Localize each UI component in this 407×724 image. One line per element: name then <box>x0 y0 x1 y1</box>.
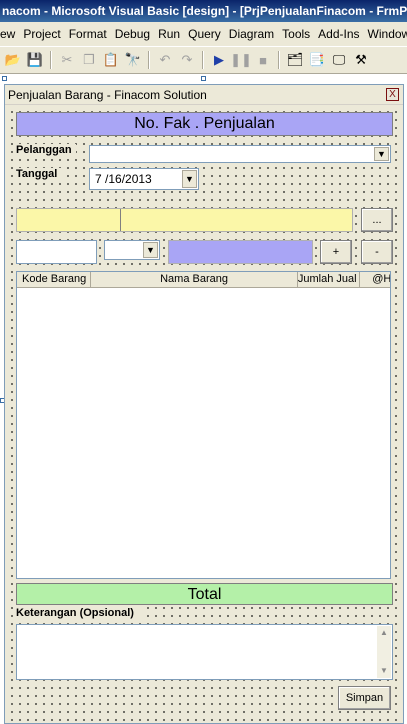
open-icon[interactable]: 📂 <box>4 51 22 69</box>
item-search-field[interactable] <box>16 208 353 232</box>
menu-bar: ew Project Format Debug Run Query Diagra… <box>0 22 407 46</box>
keterangan-textarea[interactable]: ▲ ▼ <box>16 624 393 680</box>
resize-handle[interactable] <box>2 76 7 81</box>
remove-item-button[interactable]: - <box>361 240 393 264</box>
form-title-bar: Penjualan Barang - Finacom Solution X <box>5 85 403 105</box>
grid-header: Kode Barang Nama Barang Jumlah Jual @H <box>17 272 390 288</box>
menu-run[interactable]: Run <box>154 22 184 46</box>
vertical-scrollbar[interactable]: ▲ ▼ <box>377 626 391 678</box>
grid-column-header[interactable]: Nama Barang <box>91 272 298 287</box>
redo-icon[interactable]: ↷ <box>178 51 196 69</box>
menu-query[interactable]: Query <box>184 22 225 46</box>
pelanggan-combo[interactable]: ▼ <box>89 145 391 163</box>
quantity-input[interactable] <box>16 240 97 264</box>
save-icon[interactable]: 💾 <box>26 51 44 69</box>
ide-title-bar: nacom - Microsoft Visual Basic [design] … <box>0 0 407 22</box>
add-item-button[interactable]: + <box>320 240 352 264</box>
grid-column-header[interactable]: Kode Barang <box>17 272 92 287</box>
paste-icon[interactable]: 📋 <box>102 51 120 69</box>
close-icon[interactable]: X <box>386 88 399 101</box>
toolbox-icon[interactable]: ⚒ <box>352 51 370 69</box>
simpan-button[interactable]: Simpan <box>338 686 391 710</box>
menu-format[interactable]: Format <box>65 22 111 46</box>
chevron-down-icon[interactable]: ▼ <box>374 147 389 161</box>
form-title: Penjualan Barang - Finacom Solution <box>8 88 207 102</box>
item-code-divider <box>120 209 121 231</box>
chevron-down-icon[interactable]: ▼ <box>143 242 158 258</box>
run-icon[interactable]: ▶ <box>210 51 228 69</box>
find-icon[interactable]: 🔭 <box>124 51 142 69</box>
pelanggan-label: Pelanggan <box>16 144 76 158</box>
grid-column-header[interactable]: @H <box>360 272 390 287</box>
stop-icon[interactable]: ■ <box>254 51 272 69</box>
properties-icon[interactable]: 📑 <box>308 51 326 69</box>
chevron-down-icon[interactable]: ▼ <box>182 170 197 188</box>
total-banner: Total <box>16 583 393 605</box>
form-layout-icon[interactable]: 🖵 <box>330 51 348 69</box>
menu-add-ins[interactable]: Add-Ins <box>314 22 363 46</box>
scroll-down-icon[interactable]: ▼ <box>377 664 391 678</box>
no-faktur-banner: No. Fak . Penjualan <box>16 112 393 136</box>
menu-diagram[interactable]: Diagram <box>225 22 278 46</box>
project-explorer-icon[interactable]: 🗂 <box>286 51 304 69</box>
tanggal-date-picker[interactable]: 7 /16/2013 ▼ <box>89 168 199 190</box>
toolbar-separator <box>50 51 52 69</box>
menu-debug[interactable]: Debug <box>111 22 154 46</box>
form-penjualan: Penjualan Barang - Finacom Solution X No… <box>4 84 404 724</box>
browse-button[interactable]: ... <box>361 208 393 232</box>
price-display <box>168 240 313 264</box>
menu-view[interactable]: ew <box>0 22 19 46</box>
menu-window[interactable]: Window <box>364 22 407 46</box>
grid-column-header[interactable]: Jumlah Jual <box>298 272 361 287</box>
standard-toolbar: 📂 💾 ✂ ❐ 📋 🔭 ↶ ↷ ▶ ❚❚ ■ 🗂 📑 🖵 ⚒ <box>0 46 407 74</box>
unit-combo[interactable]: ▼ <box>104 240 160 260</box>
copy-icon[interactable]: ❐ <box>80 51 98 69</box>
menu-tools[interactable]: Tools <box>278 22 314 46</box>
menu-project[interactable]: Project <box>19 22 64 46</box>
toolbar-separator <box>148 51 150 69</box>
item-grid[interactable]: Kode Barang Nama Barang Jumlah Jual @H <box>16 271 391 579</box>
scroll-up-icon[interactable]: ▲ <box>377 626 391 640</box>
keterangan-label: Keterangan (Opsional) <box>16 607 144 621</box>
toolbar-separator <box>278 51 280 69</box>
resize-handle[interactable] <box>201 76 206 81</box>
pause-icon[interactable]: ❚❚ <box>230 51 252 69</box>
tanggal-label: Tanggal <box>16 168 66 182</box>
cut-icon[interactable]: ✂ <box>58 51 76 69</box>
tanggal-value: 7 /16/2013 <box>95 172 152 186</box>
undo-icon[interactable]: ↶ <box>156 51 174 69</box>
toolbar-separator <box>202 51 204 69</box>
